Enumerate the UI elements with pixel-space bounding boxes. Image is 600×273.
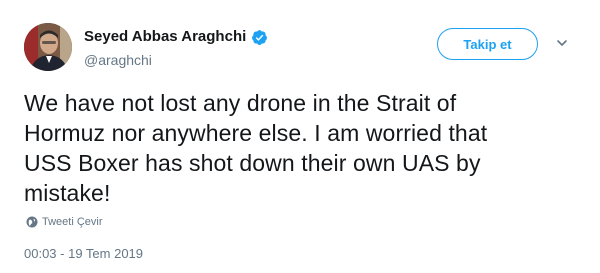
translate-tweet-link[interactable]: Tweeti Çevir: [26, 216, 103, 228]
profile-photo-icon: [24, 23, 72, 71]
tweet-text: We have not lost any drone in the Strait…: [24, 90, 488, 206]
tweet-timestamp[interactable]: 00:03 - 19 Tem 2019: [24, 246, 143, 261]
globe-icon: [26, 216, 38, 228]
author-handle[interactable]: @araghchi: [84, 51, 152, 69]
verified-badge-icon: [251, 29, 268, 46]
author-name-row: Seyed Abbas Araghchi: [84, 28, 268, 46]
chevron-down-icon[interactable]: [556, 37, 568, 49]
avatar[interactable]: [24, 23, 72, 71]
follow-button[interactable]: Takip et: [437, 28, 538, 60]
author-display-name[interactable]: Seyed Abbas Araghchi: [84, 28, 246, 46]
translate-label: Tweeti Çevir: [42, 216, 103, 228]
tweet-card: Seyed Abbas Araghchi @araghchi Takip et …: [0, 0, 600, 273]
